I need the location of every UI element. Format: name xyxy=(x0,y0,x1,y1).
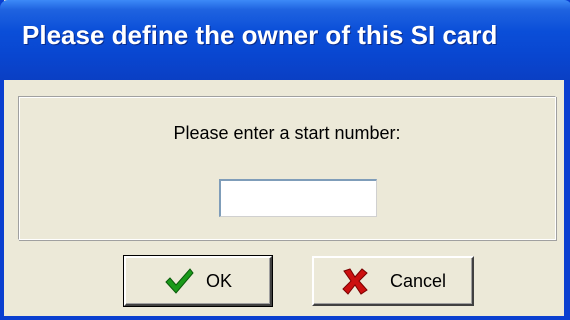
start-number-input[interactable] xyxy=(219,179,377,217)
title-bar[interactable]: Please define the owner of this SI card xyxy=(0,0,570,80)
start-number-group: Please enter a start number: xyxy=(18,96,556,240)
ok-button[interactable]: OK xyxy=(123,255,273,307)
start-number-prompt: Please enter a start number: xyxy=(173,123,401,143)
checkmark-icon xyxy=(164,267,194,295)
x-mark-icon xyxy=(340,267,370,295)
dialog-title: Please define the owner of this SI card xyxy=(22,20,498,50)
cancel-button-label: Cancel xyxy=(389,270,447,291)
cancel-button[interactable]: Cancel xyxy=(312,256,474,306)
dialog-window: Please define the owner of this SI card … xyxy=(0,0,570,320)
ok-button-label: OK xyxy=(205,270,232,291)
